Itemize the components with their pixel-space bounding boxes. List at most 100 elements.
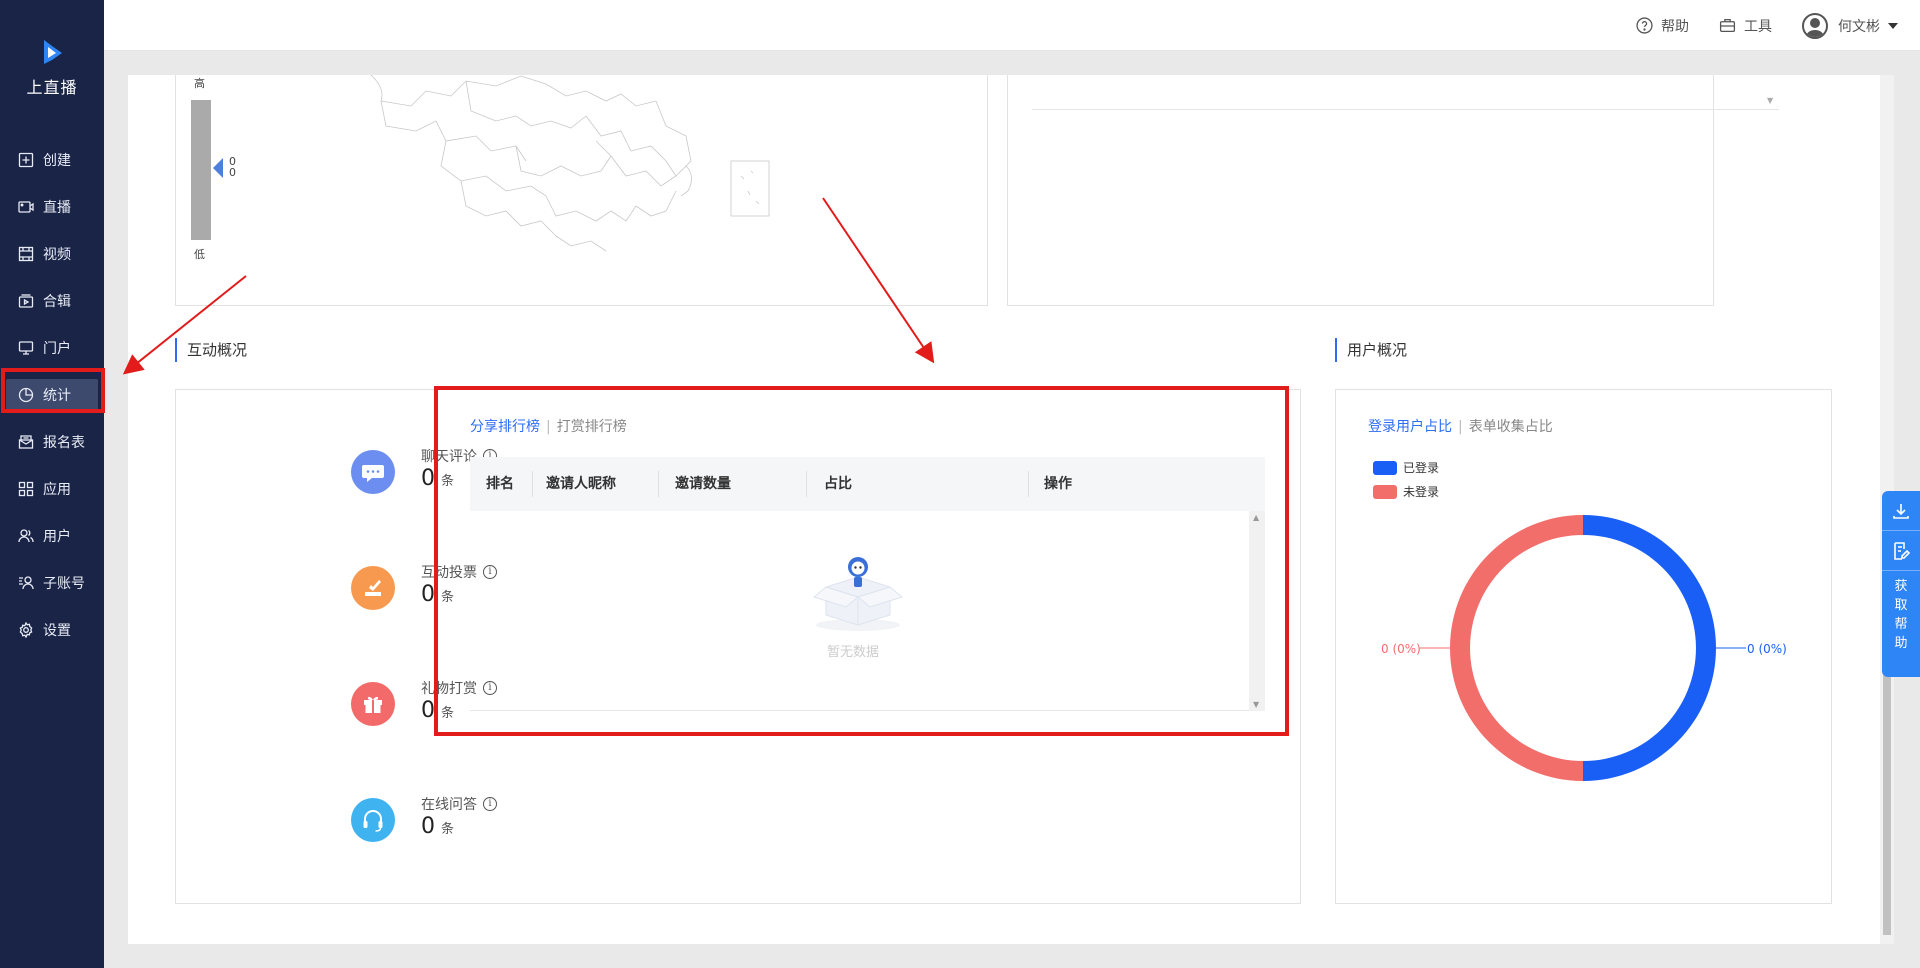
sidebar-nav: 创建 直播 视频 合辑 门户 统计 报名表 应用 用户 子账号 设置 (0, 136, 104, 653)
stat-number: 0 (421, 814, 435, 839)
scroll-track[interactable]: ▼ (1032, 75, 1779, 110)
section-title-user-overview: 用户概况 (1335, 338, 1407, 362)
help-label: 帮助 (1661, 18, 1689, 35)
gift-icon (364, 696, 382, 713)
sidebar-item-subaccount[interactable]: 子账号 (0, 559, 104, 606)
legend-item-logged-in[interactable]: 已登录 (1373, 459, 1439, 476)
stat-label-text: 互动投票 (421, 565, 477, 581)
stat-label-text: 聊天评论 (421, 449, 477, 465)
download-button[interactable] (1882, 491, 1920, 531)
sidebar-item-collection[interactable]: 合辑 (0, 277, 104, 324)
username: 何文彬 (1838, 18, 1880, 35)
sidebar-item-portal[interactable]: 门户 (0, 324, 104, 371)
plus-square-icon (18, 152, 34, 167)
scroll-down-arrow[interactable]: ▼ (1253, 700, 1259, 709)
stat-value: 0条 (421, 582, 454, 607)
sidebar-item-label: 子账号 (43, 575, 85, 592)
stat-number: 0 (421, 698, 435, 723)
get-help-button[interactable]: 获取帮助 (1882, 571, 1920, 653)
tab-login-ratio[interactable]: 登录用户占比 (1368, 419, 1452, 435)
sidebar-item-label: 报名表 (43, 434, 85, 451)
avatar (1802, 12, 1828, 39)
stat-icon-bg (351, 566, 395, 610)
info-icon[interactable]: i (483, 797, 497, 811)
top-bar: 帮助 工具 何文彬 (104, 0, 1920, 51)
sidebar-item-label: 门户 (43, 340, 71, 357)
tab-form-ratio[interactable]: 表单收集占比 (1469, 419, 1553, 435)
sidebar-item-label: 设置 (43, 622, 71, 639)
column-header: 邀请人昵称 (546, 476, 616, 492)
tools-link[interactable]: 工具 (1719, 16, 1772, 36)
scroll-up-arrow[interactable]: ▲ (1253, 513, 1259, 522)
stat-icon-bg (351, 798, 395, 842)
slice-label-not-logged-in: 0 (0%) (1381, 642, 1421, 656)
tab-separator: | (1458, 419, 1463, 435)
legend-pointer[interactable] (213, 158, 223, 178)
region-map-panel: 高 0 0 低 (175, 75, 988, 306)
section-title-interaction: 互动概况 (175, 338, 247, 362)
sidebar-item-label: 统计 (43, 387, 71, 404)
headset-icon (363, 810, 383, 832)
stat-label-text: 礼物打赏 (421, 681, 477, 697)
stat-label-text: 在线问答 (421, 797, 477, 813)
sidebar-item-label: 合辑 (43, 293, 71, 310)
monitor-icon (18, 340, 34, 355)
caret-down-icon (1888, 22, 1898, 29)
film-icon (18, 246, 34, 261)
sidebar-item-statistics[interactable]: 统计 (0, 371, 104, 418)
slice-label-logged-in: 0 (0%) (1747, 642, 1787, 656)
chat-bubble-icon (362, 465, 384, 482)
column-header: 操作 (1044, 476, 1072, 492)
stat-icon-bg (351, 450, 395, 494)
empty-state-text: 暂无数据 (827, 645, 880, 660)
china-map[interactable] (356, 75, 796, 266)
sidebar-item-settings[interactable]: 设置 (0, 606, 104, 653)
table-scrollbar[interactable]: ▲ ▼ (1249, 511, 1265, 711)
table-body: 暂无数据 ▲ ▼ (470, 511, 1265, 711)
donut-chart[interactable] (1368, 495, 1808, 815)
feedback-button[interactable] (1882, 531, 1920, 571)
edit-document-icon (1894, 541, 1911, 560)
stat-number: 0 (421, 582, 435, 607)
logo[interactable]: 上直播 (0, 36, 104, 98)
sidebar-item-registration[interactable]: 报名表 (0, 418, 104, 465)
mail-form-icon (18, 434, 34, 449)
user-menu[interactable]: 何文彬 (1802, 12, 1898, 39)
sidebar-item-create[interactable]: 创建 (0, 136, 104, 183)
legend-label: 已登录 (1403, 461, 1440, 475)
apps-grid-icon (18, 481, 34, 496)
users-icon (18, 528, 34, 542)
column-header: 排名 (486, 476, 514, 492)
toolbox-icon (1719, 19, 1736, 32)
legend-high-label: 高 (194, 77, 205, 90)
sidebar-item-label: 直播 (43, 199, 71, 216)
column-divider (658, 471, 659, 497)
sidebar-item-label: 用户 (43, 528, 71, 545)
sub-account-icon (19, 575, 34, 589)
video-camera-icon (18, 200, 34, 213)
stat-label: 在线问答 i (421, 794, 497, 814)
page-scrollbar-thumb[interactable] (1883, 675, 1891, 935)
legend-value-bottom: 0 (229, 166, 236, 179)
sidebar-item-label: 应用 (43, 481, 71, 498)
sidebar-item-users[interactable]: 用户 (0, 512, 104, 559)
column-header: 占比 (824, 476, 852, 492)
help-link[interactable]: 帮助 (1636, 16, 1689, 36)
sidebar-item-label: 创建 (43, 152, 71, 169)
tab-reward-ranking[interactable]: 打赏排行榜 (557, 419, 627, 435)
column-divider (806, 471, 807, 497)
get-help-label: 获取帮助 (1894, 579, 1908, 651)
sidebar-item-video[interactable]: 视频 (0, 230, 104, 277)
main-content: 高 0 0 低 ▼ 互动概况 聊天评论 i 0 条 互动投票 i 0 条 礼物打… (128, 75, 1880, 944)
sidebar-item-apps[interactable]: 应用 (0, 465, 104, 512)
ranking-panel-top: ▼ (1007, 75, 1779, 306)
stat-unit: 条 (441, 474, 455, 489)
legend-swatch (1373, 460, 1397, 475)
user-tabs: 登录用户占比 | 表单收集占比 (1368, 416, 1553, 436)
sidebar-item-live[interactable]: 直播 (0, 183, 104, 230)
stat-unit: 条 (441, 706, 455, 721)
tab-share-ranking[interactable]: 分享排行榜 (470, 419, 540, 435)
scroll-down-arrow[interactable]: ▼ (1767, 96, 1779, 106)
collection-play-icon (18, 293, 34, 308)
floating-help-bar: 获取帮助 (1882, 491, 1920, 677)
